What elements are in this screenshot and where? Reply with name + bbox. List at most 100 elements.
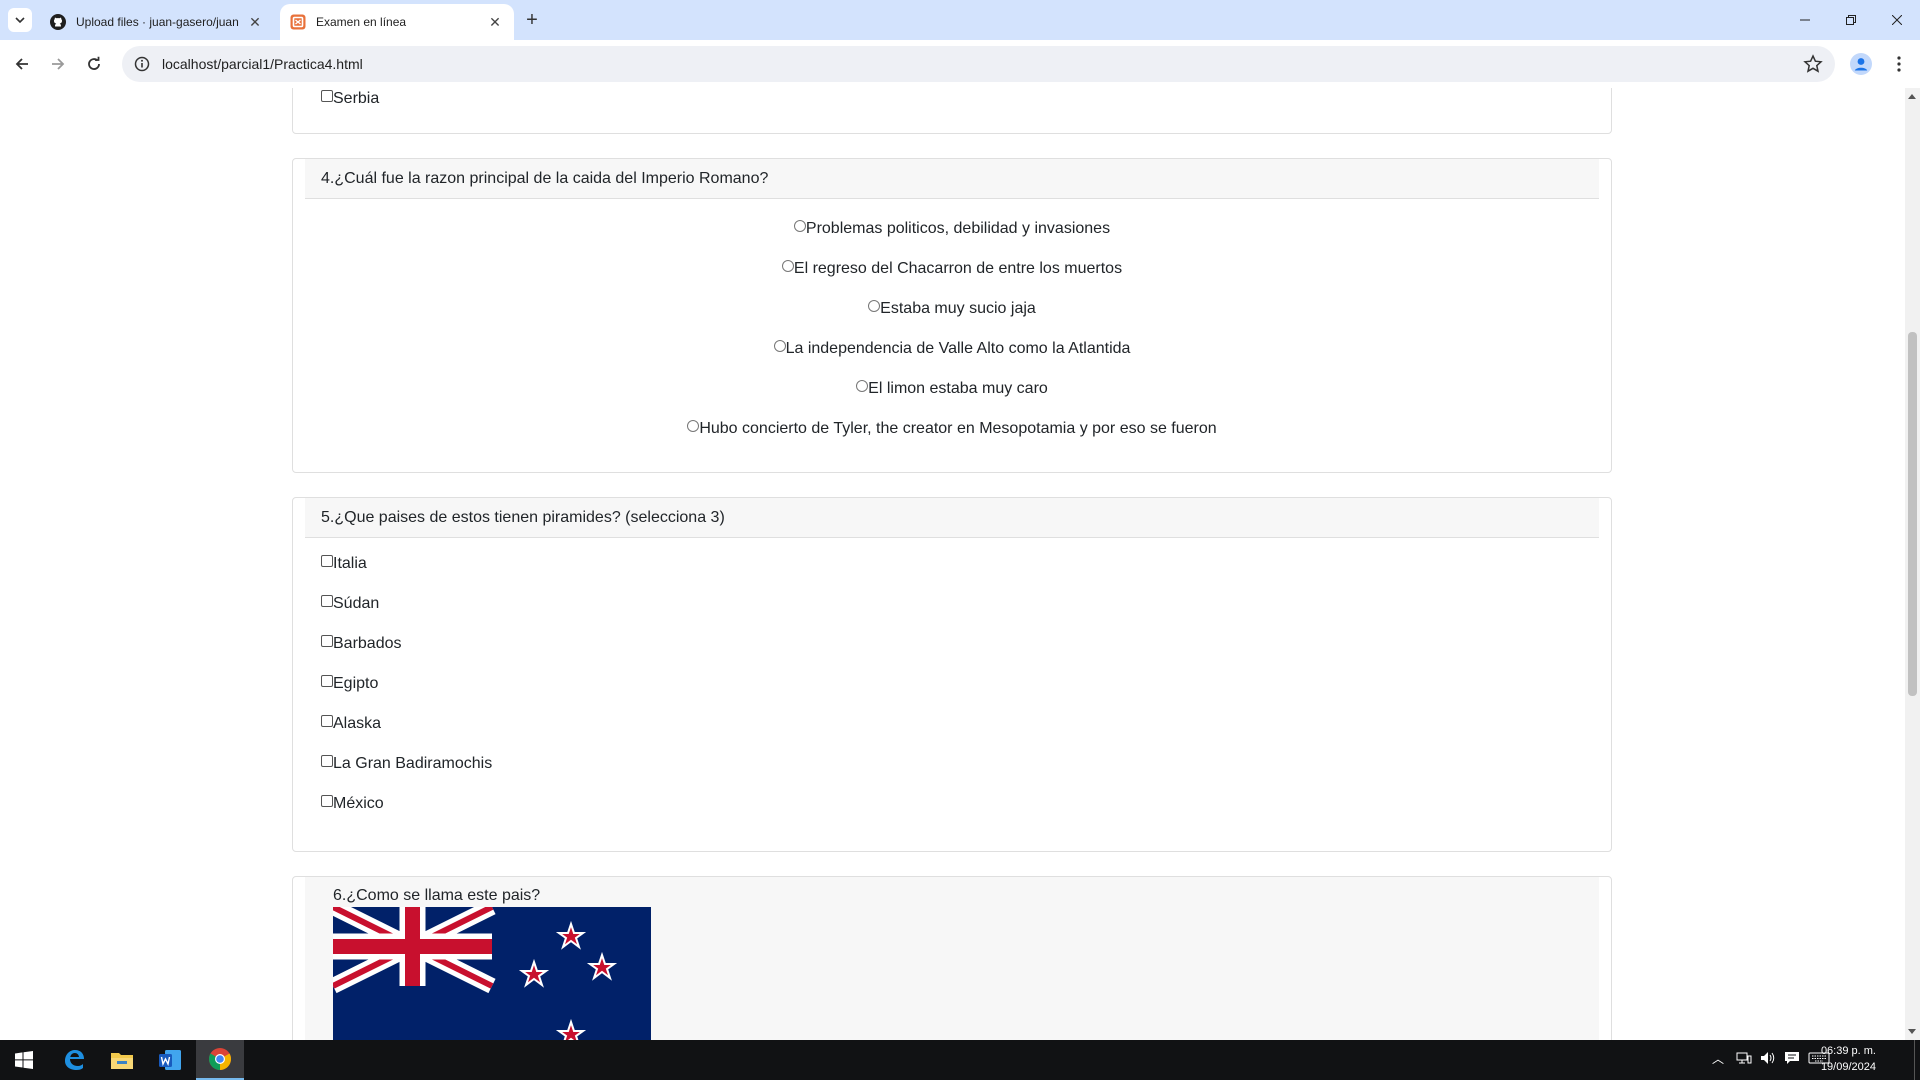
arrow-left-icon	[15, 58, 28, 70]
chevron-up-icon[interactable]: ︿	[1712, 1050, 1724, 1067]
info-icon[interactable]	[134, 56, 150, 72]
checkbox[interactable]	[321, 555, 333, 567]
option-label: Alaska	[333, 715, 382, 732]
union-jack	[333, 907, 496, 994]
profile-avatar-icon	[1850, 53, 1872, 75]
windows-taskbar: ︿ 06:39 p. m. 19/09/2024	[0, 1040, 1920, 1080]
tab-title: Upload files · juan-gasero/juan	[76, 15, 239, 29]
minimize-icon	[1800, 19, 1810, 21]
checkbox-option[interactable]: Italia	[321, 554, 367, 574]
option-label: México	[333, 795, 384, 812]
tab-list-button[interactable]	[8, 8, 32, 32]
option-label: La independencia de Valle Alto como la A…	[785, 340, 1131, 357]
network-icon[interactable]	[1736, 1050, 1752, 1066]
radio-button[interactable]	[773, 340, 786, 352]
radio-button[interactable]	[781, 260, 794, 272]
option-serbia[interactable]: Serbia	[321, 89, 379, 109]
question-card-5: 5.¿Que paises de estos tienen piramides?…	[292, 497, 1612, 852]
checkbox-option[interactable]: La Gran Badiramochis	[321, 754, 492, 774]
clock-time: 06:39 p. m.	[1820, 1045, 1876, 1057]
notifications-icon[interactable]	[1784, 1050, 1800, 1066]
taskbar-edge[interactable]	[50, 1040, 98, 1080]
edge-icon	[65, 1050, 84, 1070]
start-button[interactable]	[0, 1040, 48, 1080]
scroll-up-arrow[interactable]	[1908, 94, 1916, 99]
reload-icon	[88, 56, 100, 70]
checkbox-option[interactable]: Egipto	[321, 674, 378, 694]
close-icon[interactable]: ✕	[486, 13, 504, 31]
browser-toolbar: localhost/parcial1/Practica4.html	[0, 40, 1920, 88]
show-desktop-button[interactable]	[1914, 1040, 1920, 1080]
option-label: Italia	[333, 555, 367, 572]
radio-option[interactable]: El regreso del Chacarron de entre los mu…	[293, 259, 1611, 279]
url-text: localhost/parcial1/Practica4.html	[162, 56, 363, 72]
github-icon	[50, 14, 66, 30]
page-scrollbar[interactable]	[1905, 88, 1920, 1040]
radio-option[interactable]: Estaba muy sucio jaja	[293, 299, 1611, 319]
radio-option[interactable]: El limon estaba muy caro	[293, 379, 1611, 399]
chrome-icon	[209, 1048, 231, 1070]
question-title: 6.¿Como se llama este pais?	[333, 887, 541, 904]
radio-option[interactable]: Problemas politicos, debilidad y invasio…	[293, 219, 1611, 239]
checkbox-option[interactable]: Alaska	[321, 714, 381, 734]
page-favicon	[290, 14, 306, 30]
checkbox-option[interactable]: Súdan	[321, 594, 379, 614]
option-label: Problemas politicos, debilidad y invasio…	[805, 220, 1111, 237]
checkbox-option[interactable]: Barbados	[321, 634, 402, 654]
windows-start-icon	[15, 1051, 33, 1069]
taskbar-chrome[interactable]	[196, 1040, 244, 1080]
new-tab-button[interactable]: +	[520, 8, 544, 32]
question-title: 5.¿Que paises de estos tienen piramides?…	[305, 498, 1599, 538]
option-label: Serbia	[333, 90, 380, 107]
reload-button[interactable]	[80, 50, 108, 78]
question-card-3: Serbia	[292, 88, 1612, 134]
checkbox[interactable]	[321, 715, 333, 727]
checkbox[interactable]	[321, 595, 333, 607]
option-label: El limon estaba muy caro	[868, 380, 1048, 397]
taskbar-file-explorer[interactable]	[98, 1040, 146, 1080]
menu-button[interactable]	[1885, 50, 1913, 78]
scrollbar-thumb[interactable]	[1908, 332, 1917, 696]
page-viewport: Serbia 4.¿Cuál fue la razon principal de…	[0, 88, 1905, 1040]
checkbox[interactable]	[321, 90, 333, 102]
address-bar[interactable]: localhost/parcial1/Practica4.html	[122, 46, 1835, 82]
restore-icon	[1846, 15, 1856, 25]
checkbox[interactable]	[321, 635, 333, 647]
chevron-down-icon	[15, 17, 25, 24]
option-label: El regreso del Chacarron de entre los mu…	[793, 260, 1123, 277]
browser-tab-strip: Upload files · juan-gasero/juan ✕ Examen…	[0, 0, 1920, 40]
option-label: Egipto	[333, 675, 379, 692]
kebab-menu-icon	[1897, 56, 1901, 72]
question-card-4: 4.¿Cuál fue la razon principal de la cai…	[292, 158, 1612, 473]
option-label: La Gran Badiramochis	[333, 755, 493, 772]
bookmark-star-icon[interactable]	[1803, 54, 1823, 74]
taskbar-word[interactable]	[146, 1040, 194, 1080]
back-button[interactable]	[8, 50, 36, 78]
radio-button[interactable]	[687, 420, 700, 432]
system-clock[interactable]: 06:39 p. m. 19/09/2024	[1821, 1043, 1876, 1075]
scroll-down-arrow[interactable]	[1908, 1029, 1916, 1034]
radio-button[interactable]	[856, 380, 869, 392]
restore-button[interactable]	[1828, 0, 1874, 40]
checkbox[interactable]	[321, 795, 333, 807]
option-label: Súdan	[333, 595, 380, 612]
minimize-button[interactable]	[1782, 0, 1828, 40]
arrow-right-icon	[52, 58, 65, 70]
volume-icon[interactable]	[1760, 1050, 1776, 1066]
forward-button[interactable]	[44, 50, 72, 78]
radio-option[interactable]: Hubo concierto de Tyler, the creator en …	[293, 419, 1611, 439]
checkbox-option[interactable]: México	[321, 794, 384, 814]
option-label: Barbados	[333, 635, 402, 652]
radio-button[interactable]	[793, 220, 806, 232]
tab-github-upload[interactable]: Upload files · juan-gasero/juan ✕	[40, 4, 274, 40]
file-explorer-icon	[111, 1053, 133, 1069]
radio-option[interactable]: La independencia de Valle Alto como la A…	[293, 339, 1611, 359]
radio-button[interactable]	[868, 300, 881, 312]
checkbox[interactable]	[321, 755, 333, 767]
checkbox[interactable]	[321, 675, 333, 687]
close-window-button[interactable]	[1874, 0, 1920, 40]
tab-examen[interactable]: Examen en línea ✕	[280, 4, 514, 40]
profile-button[interactable]	[1847, 50, 1875, 78]
close-icon[interactable]: ✕	[246, 13, 264, 31]
close-icon	[1892, 15, 1902, 25]
